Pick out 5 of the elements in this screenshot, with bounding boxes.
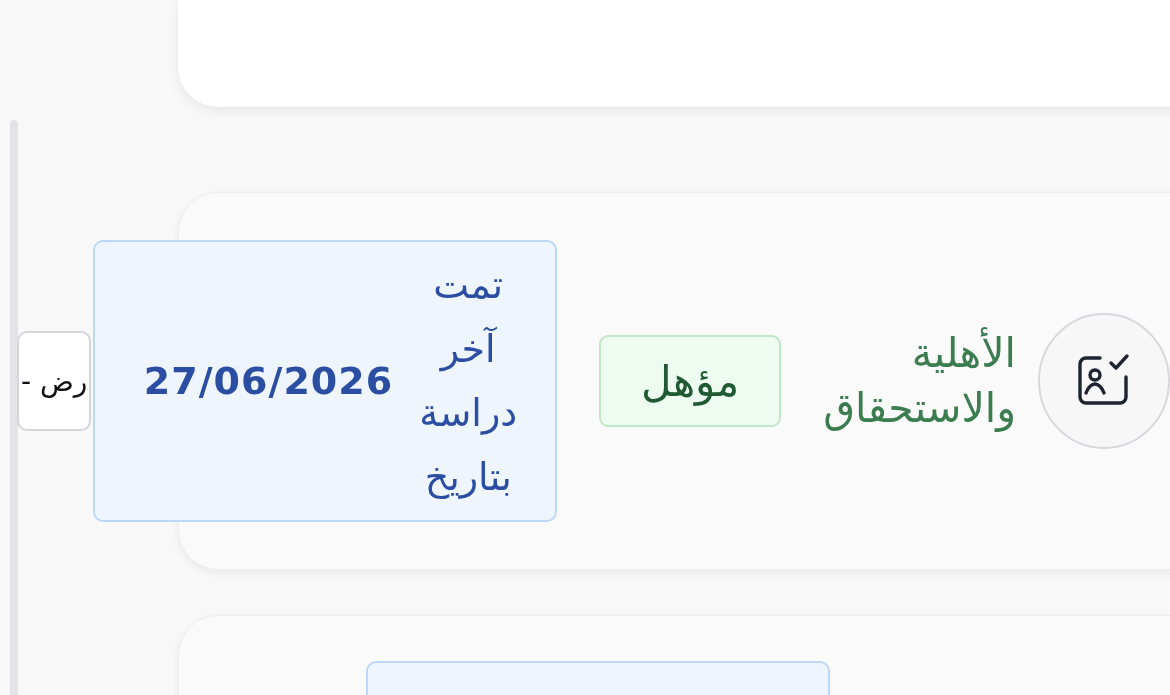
action-button[interactable]: رض - (17, 331, 92, 431)
section-title: الأهلية والاستحقاق (823, 326, 1016, 434)
status-badge: مؤهل (599, 335, 782, 427)
review-date-label: تمت آخر دراسة بتاريخ (419, 262, 518, 501)
review-date: 27/06/2026 (143, 359, 394, 403)
